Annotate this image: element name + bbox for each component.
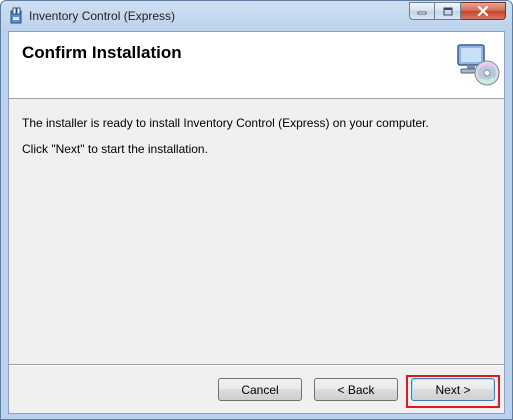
footer-separator bbox=[9, 364, 504, 366]
install-ready-message: The installer is ready to install Invent… bbox=[22, 116, 429, 130]
close-button[interactable] bbox=[461, 2, 506, 20]
next-instruction: Click "Next" to start the installation. bbox=[22, 142, 208, 156]
minimize-icon bbox=[417, 11, 427, 15]
window-title: Inventory Control (Express) bbox=[29, 9, 176, 23]
next-button-highlight bbox=[406, 375, 500, 408]
installer-window: Inventory Control (Express) Confirm Inst… bbox=[0, 0, 513, 420]
maximize-button[interactable] bbox=[435, 2, 461, 20]
back-button[interactable]: < Back bbox=[314, 378, 398, 401]
installer-package-icon bbox=[10, 7, 22, 24]
page-title: Confirm Installation bbox=[22, 43, 182, 62]
title-bar[interactable]: Inventory Control (Express) bbox=[1, 1, 512, 31]
minimize-button[interactable] bbox=[409, 2, 435, 20]
maximize-icon bbox=[443, 7, 452, 15]
computer-with-cd-icon bbox=[457, 44, 500, 86]
dialog-client-area: Confirm Installation The installer is re… bbox=[8, 31, 505, 414]
close-icon bbox=[477, 6, 489, 16]
cancel-button[interactable]: Cancel bbox=[218, 378, 302, 401]
header-banner: Confirm Installation bbox=[9, 32, 504, 99]
caption-buttons bbox=[409, 2, 506, 21]
